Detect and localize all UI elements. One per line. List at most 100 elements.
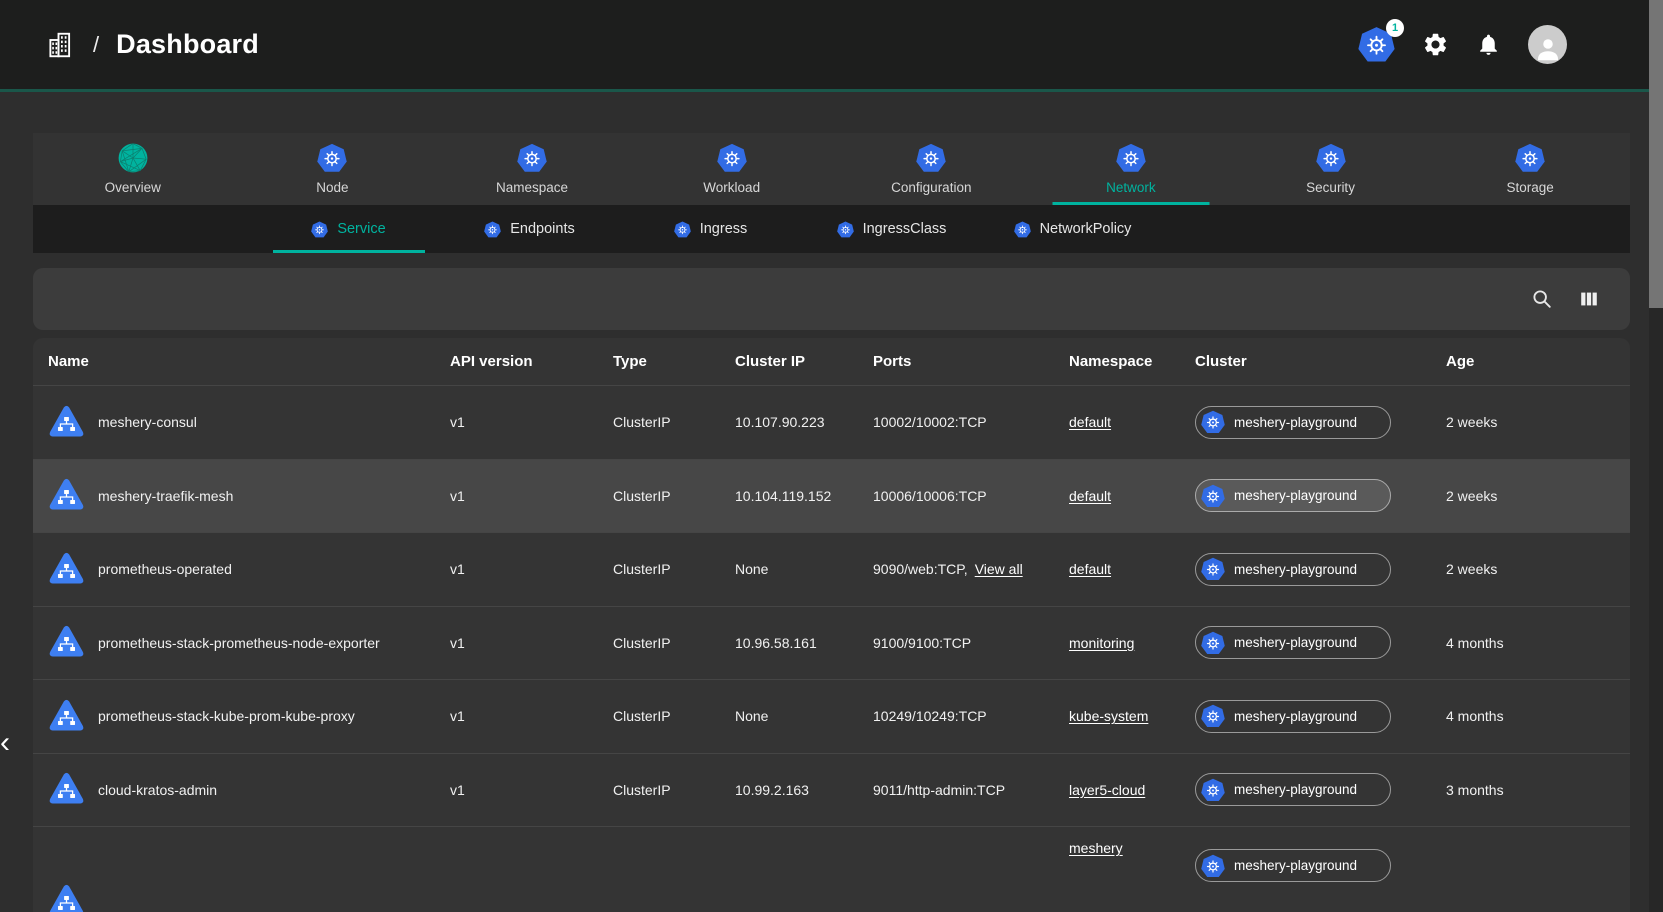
kubernetes-icon — [1201, 557, 1225, 581]
table-row[interactable]: prometheus-stack-prometheus-node-exporte… — [33, 606, 1630, 680]
service-icon — [48, 698, 85, 735]
namespace-cell: meshery — [1069, 827, 1195, 856]
tab-label: Overview — [105, 180, 161, 195]
cluster-chip[interactable]: meshery-playground — [1195, 479, 1391, 512]
column-header-age: Age — [1446, 353, 1630, 370]
table-row[interactable]: prometheus-operated v1 ClusterIP None 90… — [33, 532, 1630, 606]
subtab-service[interactable]: Service — [258, 205, 439, 253]
subtab-ingress[interactable]: Ingress — [620, 205, 801, 253]
ports-cell: 9011/http-admin:TCP — [873, 782, 1069, 798]
name-cell: meshery-traefik-mesh — [33, 477, 450, 514]
api-version-cell: v1 — [450, 488, 613, 504]
namespace-link[interactable]: layer5-cloud — [1069, 782, 1145, 798]
namespace-link[interactable]: default — [1069, 561, 1111, 577]
table-row[interactable]: meshery-traefik-mesh v1 ClusterIP 10.104… — [33, 459, 1630, 533]
cluster-chip[interactable]: meshery-playground — [1195, 553, 1391, 586]
subtab-label: IngressClass — [863, 221, 947, 237]
tab-configuration[interactable]: Configuration — [832, 133, 1032, 205]
age-cell: 2 weeks — [1446, 414, 1630, 430]
ports-cell: 10249/10249:TCP — [873, 708, 1069, 724]
type-cell: ClusterIP — [613, 414, 735, 430]
app-bar: / Dashboard 1 — [0, 0, 1663, 92]
cluster-chip[interactable]: meshery-playground — [1195, 406, 1391, 439]
table-toolbar — [33, 268, 1630, 330]
service-name: cloud-kratos-admin — [98, 782, 217, 798]
view-columns-button[interactable] — [1578, 288, 1600, 310]
column-header-namespace: Namespace — [1069, 353, 1195, 370]
table-row[interactable]: cloud-kratos-admin v1 ClusterIP 10.99.2.… — [33, 753, 1630, 827]
app-bar-actions: 1 — [1358, 25, 1567, 64]
namespace-link[interactable]: default — [1069, 488, 1111, 504]
table-row[interactable]: meshery-consul v1 ClusterIP 10.107.90.22… — [33, 385, 1630, 459]
cluster-chip[interactable]: meshery-playground — [1195, 700, 1391, 733]
user-avatar[interactable] — [1528, 25, 1567, 64]
age-cell: 3 months — [1446, 782, 1630, 798]
name-cell: prometheus-stack-prometheus-node-exporte… — [33, 624, 450, 661]
name-cell: cloud-kratos-admin — [33, 771, 450, 808]
namespace-cell: default — [1069, 414, 1195, 430]
cluster-chip[interactable]: meshery-playground — [1195, 626, 1391, 659]
bell-icon — [1476, 32, 1501, 57]
tab-workload[interactable]: Workload — [632, 133, 832, 205]
tab-label: Security — [1306, 180, 1355, 195]
drawer-collapse-toggle[interactable]: ‹ — [0, 726, 18, 760]
table-row[interactable]: prometheus-stack-kube-prom-kube-proxy v1… — [33, 679, 1630, 753]
tab-storage[interactable]: Storage — [1430, 133, 1630, 205]
cluster-cell: meshery-playground — [1195, 773, 1446, 806]
cluster-cell: meshery-playground — [1195, 406, 1446, 439]
namespace-cell: kube-system — [1069, 708, 1195, 724]
column-header-cluster: Cluster — [1195, 353, 1446, 370]
cluster-cell: meshery-playground — [1195, 626, 1446, 659]
notifications-button[interactable] — [1476, 32, 1501, 57]
column-header-ports: Ports — [873, 353, 1069, 370]
namespace-cell: default — [1069, 561, 1195, 577]
service-icon — [48, 624, 85, 661]
tab-label: Namespace — [496, 180, 568, 195]
tab-node[interactable]: Node — [233, 133, 433, 205]
vertical-scrollbar[interactable] — [1649, 0, 1663, 912]
namespace-link[interactable]: kube-system — [1069, 708, 1148, 724]
kubernetes-icon — [717, 143, 747, 173]
api-version-cell: v1 — [450, 635, 613, 651]
type-cell: ClusterIP — [613, 635, 735, 651]
cluster-cell: meshery-playground — [1195, 553, 1446, 586]
search-button[interactable] — [1531, 288, 1553, 310]
cluster-status-button[interactable]: 1 — [1358, 26, 1395, 63]
kubernetes-icon — [837, 221, 854, 238]
table-row[interactable]: meshery meshery-playground — [33, 826, 1630, 912]
cluster-cell: meshery-playground — [1195, 827, 1446, 882]
subtab-endpoints[interactable]: Endpoints — [439, 205, 620, 253]
namespace-link[interactable]: default — [1069, 414, 1111, 430]
name-cell — [33, 827, 450, 912]
cluster-chip[interactable]: meshery-playground — [1195, 773, 1391, 806]
type-cell: ClusterIP — [613, 708, 735, 724]
subtab-networkpolicy[interactable]: NetworkPolicy — [982, 205, 1163, 253]
tab-network[interactable]: Network — [1031, 133, 1231, 205]
service-icon — [48, 404, 85, 441]
building-icon[interactable] — [46, 28, 76, 62]
api-version-cell: v1 — [450, 414, 613, 430]
namespace-link[interactable]: monitoring — [1069, 635, 1134, 651]
settings-button[interactable] — [1422, 31, 1449, 58]
kubernetes-icon — [1201, 484, 1225, 508]
breadcrumb: / Dashboard — [46, 28, 259, 62]
subtab-label: NetworkPolicy — [1040, 221, 1132, 237]
view-all-link[interactable]: View all — [975, 561, 1023, 577]
cluster-chip[interactable]: meshery-playground — [1195, 849, 1391, 882]
api-version-cell: v1 — [450, 708, 613, 724]
kubernetes-icon — [484, 221, 501, 238]
age-cell: 2 weeks — [1446, 488, 1630, 504]
service-name: meshery-traefik-mesh — [98, 488, 233, 504]
tab-overview[interactable]: Overview — [33, 133, 233, 205]
service-name: prometheus-stack-prometheus-node-exporte… — [98, 635, 380, 651]
scrollbar-thumb[interactable] — [1649, 0, 1663, 308]
tab-security[interactable]: Security — [1231, 133, 1431, 205]
services-table: NameAPI versionTypeCluster IPPortsNamesp… — [33, 338, 1630, 912]
tab-label: Network — [1106, 180, 1156, 195]
name-cell: meshery-consul — [33, 404, 450, 441]
tab-namespace[interactable]: Namespace — [432, 133, 632, 205]
namespace-link[interactable]: meshery — [1069, 840, 1123, 856]
chevron-left-icon: ‹ — [0, 728, 10, 758]
kubernetes-icon — [1201, 410, 1225, 434]
subtab-ingressclass[interactable]: IngressClass — [801, 205, 982, 253]
